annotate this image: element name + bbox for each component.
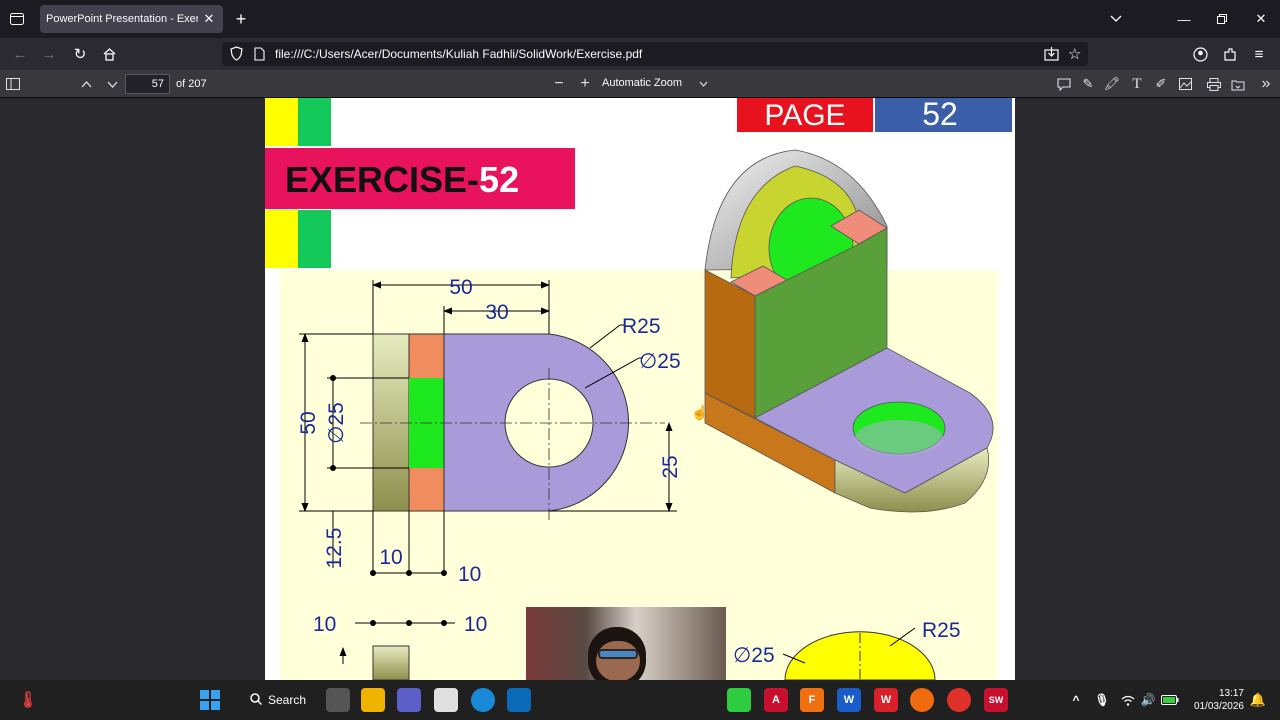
image-icon[interactable] xyxy=(1175,74,1195,94)
print-icon[interactable] xyxy=(1204,74,1224,94)
page-label: PAGE xyxy=(764,99,845,132)
draw-icon[interactable]: ✐ xyxy=(1151,74,1171,94)
autocad-icon[interactable]: A xyxy=(764,688,788,712)
dim-12-5: 12.5 xyxy=(323,528,346,569)
comment-icon[interactable] xyxy=(1054,74,1074,94)
download-pdf-icon[interactable] xyxy=(1044,46,1059,66)
page-number-input[interactable]: 57 xyxy=(125,74,170,94)
dim-10-d: 10 xyxy=(464,613,487,636)
store-icon[interactable] xyxy=(434,688,458,712)
active-tab[interactable]: PowerPoint Presentation - Exercise.pdf ✕ xyxy=(40,5,223,33)
webcam-overlay xyxy=(526,607,726,680)
close-window-icon[interactable]: ✕ xyxy=(1249,8,1273,30)
zoom-select-value: Automatic Zoom xyxy=(602,77,683,89)
tab-close-icon[interactable]: ✕ xyxy=(201,11,217,27)
chrome-icon[interactable] xyxy=(947,688,971,712)
taskbar: 🌡 Search A F W W SW ^ 🎙 🔊 13:17 01/03/20… xyxy=(0,680,1280,720)
dim-50-left: 50 xyxy=(297,411,320,434)
clock-time: 13:17 xyxy=(1218,688,1244,699)
volume-icon[interactable]: 🔊 xyxy=(1136,688,1160,712)
zoom-in-icon[interactable]: + xyxy=(575,74,595,94)
menu-icon[interactable]: ≡ xyxy=(1248,43,1270,65)
new-tab-icon[interactable]: + xyxy=(230,8,252,30)
microphone-icon[interactable]: 🎙 xyxy=(1090,688,1114,712)
page-count: of 207 xyxy=(176,78,207,90)
next-page-icon[interactable] xyxy=(102,74,122,94)
sidebar-toggle-icon[interactable] xyxy=(3,74,23,94)
word-icon[interactable]: W xyxy=(837,688,861,712)
dim-phi25-left: ∅25 xyxy=(325,402,348,444)
minimize-icon[interactable]: — xyxy=(1172,8,1196,30)
reload-icon[interactable]: ↻ xyxy=(69,43,91,65)
zoom-out-icon[interactable]: − xyxy=(549,74,569,94)
vscode-icon[interactable] xyxy=(507,688,531,712)
home-icon[interactable] xyxy=(98,43,120,65)
webcam-person-face xyxy=(596,641,640,680)
zoom-select[interactable]: Automatic Zoom xyxy=(598,74,714,94)
dim-10-a: 10 xyxy=(379,546,402,569)
webcam-glasses xyxy=(598,649,638,659)
exercise-drawing: EXERCISE-52 PAGE 52 50 30 R25 ∅25 50 ∅25… xyxy=(265,98,1012,680)
more-tools-icon[interactable]: » xyxy=(1256,74,1276,94)
search-label: Search xyxy=(268,693,307,707)
save-icon[interactable] xyxy=(1228,74,1248,94)
navigation-bar: ← → ↻ file:///C:/Users/Acer/Documents/Ku… xyxy=(0,38,1280,70)
notification-bell-icon[interactable]: 🔔 xyxy=(1246,688,1270,712)
system-clock[interactable]: 13:17 01/03/2026 xyxy=(1184,687,1244,713)
chevron-down-icon xyxy=(699,78,708,90)
yellow-strip xyxy=(265,98,298,146)
page-icon xyxy=(254,47,265,66)
text-tool-icon[interactable]: T xyxy=(1127,74,1147,94)
fusion-icon[interactable]: F xyxy=(800,688,824,712)
windows-start-icon[interactable] xyxy=(198,688,222,712)
dim-r25-lower: R25 xyxy=(922,619,961,642)
dim-phi25-lower: ∅25 xyxy=(733,644,775,667)
dim-10-b: 10 xyxy=(458,563,481,586)
bookmark-star-icon[interactable]: ☆ xyxy=(1068,45,1081,63)
dim-r25-top: R25 xyxy=(622,315,661,338)
task-view-icon[interactable] xyxy=(326,688,350,712)
account-icon[interactable] xyxy=(1189,43,1211,65)
extensions-icon[interactable] xyxy=(1219,43,1241,65)
page-number: 52 xyxy=(922,98,958,132)
weather-icon[interactable]: 🌡 xyxy=(16,688,40,712)
hand-cursor-icon: ☝ xyxy=(691,404,709,420)
forward-arrow-icon[interactable]: → xyxy=(38,43,60,65)
taskbar-search[interactable]: Search xyxy=(242,686,312,714)
dim-30: 30 xyxy=(485,301,508,324)
file-explorer-icon[interactable] xyxy=(361,688,385,712)
exercise-title: EXERCISE-52 xyxy=(285,159,519,200)
yellow-strip xyxy=(265,210,298,268)
tab-list-icon[interactable] xyxy=(6,8,28,30)
app-green-icon[interactable] xyxy=(727,688,751,712)
search-icon xyxy=(250,692,263,708)
dim-50-top: 50 xyxy=(449,276,472,299)
chevron-up-icon[interactable]: ^ xyxy=(1064,688,1088,712)
url-text: file:///C:/Users/Acer/Documents/Kuliah F… xyxy=(275,47,643,61)
dim-phi25-right: ∅25 xyxy=(639,350,681,373)
tab-title: PowerPoint Presentation - Exercise.pdf xyxy=(46,13,198,25)
green-strip xyxy=(298,210,331,268)
clock-date: 01/03/2026 xyxy=(1193,701,1244,712)
pdf-toolbar: 57 of 207 − + Automatic Zoom ✎ 🖍 T ✐ » xyxy=(0,70,1280,98)
previous-page-icon[interactable] xyxy=(76,74,96,94)
wps-icon[interactable]: W xyxy=(874,688,898,712)
teams-icon[interactable] xyxy=(397,688,421,712)
edge-icon[interactable] xyxy=(471,688,495,712)
tab-strip: PowerPoint Presentation - Exercise.pdf ✕… xyxy=(0,0,1280,38)
url-bar[interactable]: file:///C:/Users/Acer/Documents/Kuliah F… xyxy=(222,42,1088,66)
chevron-down-icon[interactable] xyxy=(1104,8,1128,30)
dim-25: 25 xyxy=(659,455,682,478)
solidworks-icon[interactable]: SW xyxy=(984,688,1008,712)
shield-icon[interactable] xyxy=(230,46,243,66)
restore-icon[interactable] xyxy=(1210,8,1234,30)
highlight-icon[interactable]: 🖍 xyxy=(1102,74,1122,94)
dim-10-c: 10 xyxy=(313,613,336,636)
back-arrow-icon[interactable]: ← xyxy=(9,43,31,65)
battery-icon[interactable] xyxy=(1158,688,1182,712)
signature-icon[interactable]: ✎ xyxy=(1078,74,1098,94)
pdf-page: EXERCISE-52 PAGE 52 50 30 R25 ∅25 50 ∅25… xyxy=(265,98,1015,680)
green-strip xyxy=(298,98,331,146)
firefox-icon[interactable] xyxy=(910,688,934,712)
